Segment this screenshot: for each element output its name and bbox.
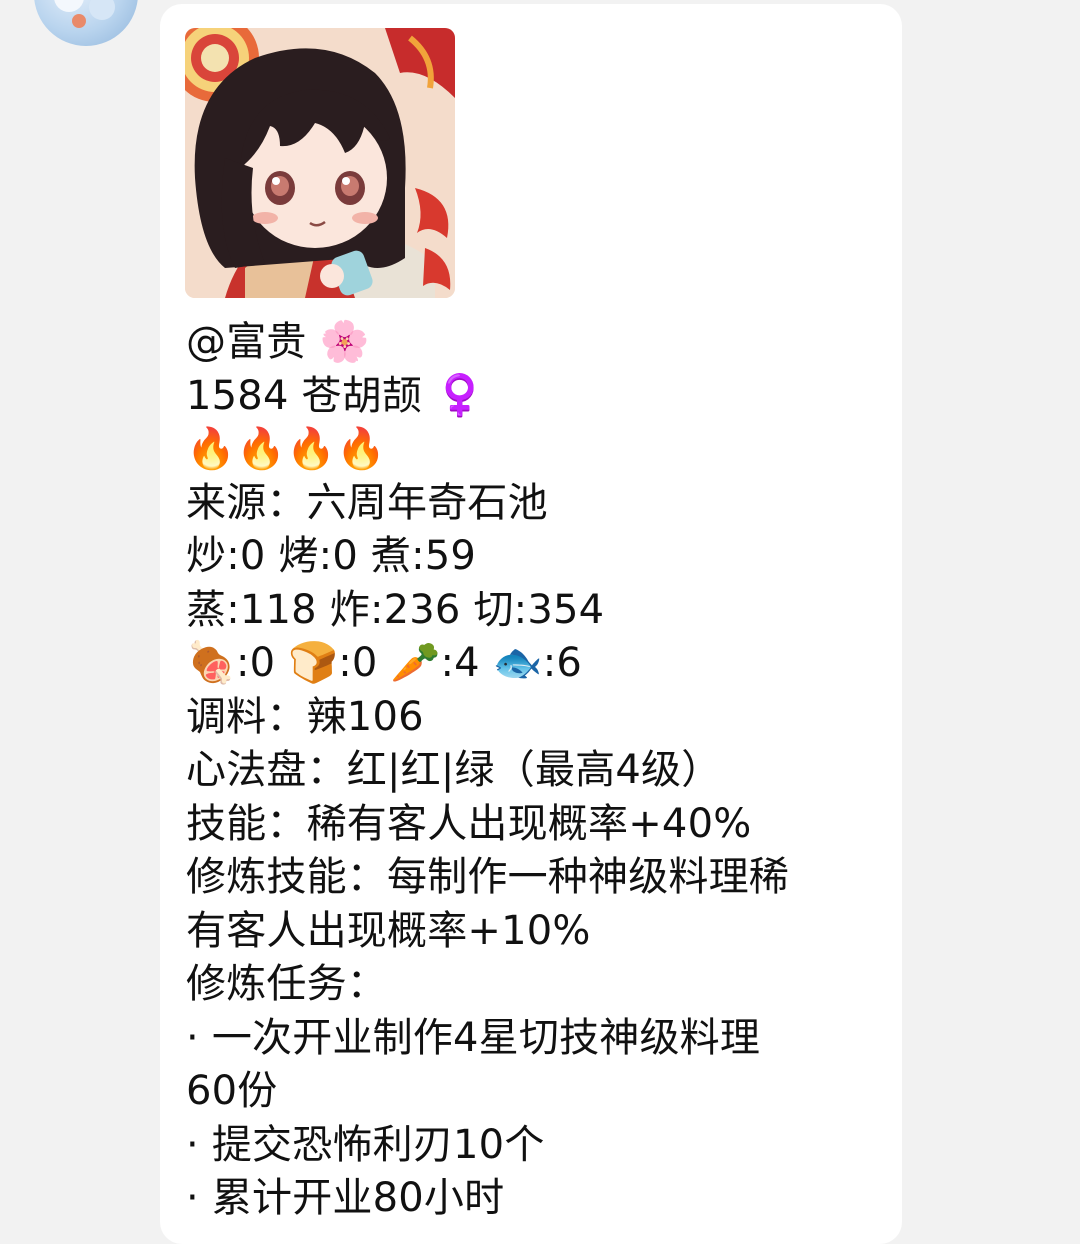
text-line: 🔥🔥🔥🔥 (186, 426, 387, 472)
message-bubble[interactable]: @富贵 🌸 1584 苍胡颉 ♀️ 🔥🔥🔥🔥 来源：六周年奇石池 炒:0 烤:0… (160, 4, 902, 1244)
character-image[interactable] (185, 28, 455, 298)
text-line: 60份 (186, 1068, 278, 1114)
message-text: @富贵 🌸 1584 苍胡颉 ♀️ 🔥🔥🔥🔥 来源：六周年奇石池 炒:0 烤:0… (186, 316, 876, 1226)
text-line: 心法盘：红|红|绿（最高4级） (186, 747, 722, 793)
text-line: 修炼技能：每制作一种神级料理稀 (186, 854, 789, 900)
text-line: · 累计开业80小时 (186, 1175, 505, 1221)
text-line: 1584 苍胡颉 ♀️ (186, 372, 486, 419)
text-line: · 提交恐怖利刃10个 (186, 1121, 545, 1168)
text-line: 来源：六周年奇石池 (186, 479, 548, 526)
text-line: 蒸:118 炸:236 切:354 (186, 586, 605, 633)
sender-avatar[interactable] (34, 0, 138, 46)
text-line: · 一次开业制作4星切技神级料理 (186, 1014, 761, 1061)
text-line: 修炼任务： (186, 961, 387, 1007)
text-line: 调料：辣106 (186, 693, 424, 740)
text-line: 有客人出现概率+10% (186, 907, 591, 954)
text-line: @富贵 🌸 (186, 319, 370, 365)
text-line: 炒:0 烤:0 煮:59 (186, 533, 477, 579)
text-line: 🍖:0 🍞:0 🥕:4 🐟:6 (186, 640, 583, 686)
character-illustration (185, 28, 455, 298)
text-line: 技能：稀有客人出现概率+40% (186, 800, 752, 847)
